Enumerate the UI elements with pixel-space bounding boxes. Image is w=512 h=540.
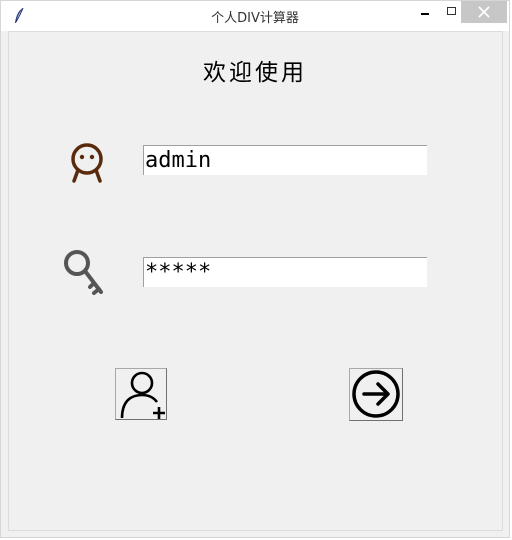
username-input[interactable] <box>143 145 427 175</box>
minimize-icon <box>421 13 429 15</box>
close-button[interactable] <box>461 1 507 23</box>
maximize-icon <box>447 7 456 15</box>
title-bar[interactable]: 个人DIV计算器 <box>1 1 509 31</box>
login-button[interactable] <box>349 368 403 421</box>
register-button[interactable] <box>115 368 167 420</box>
key-icon <box>64 250 103 295</box>
close-icon <box>478 6 490 18</box>
password-input[interactable] <box>143 257 427 287</box>
user-face-icon <box>71 143 103 183</box>
arrow-right-circle-icon <box>352 370 400 418</box>
app-window: 个人DIV计算器 欢迎使用 <box>0 0 510 538</box>
add-user-icon <box>120 371 165 419</box>
welcome-heading: 欢迎使用 <box>203 60 307 86</box>
